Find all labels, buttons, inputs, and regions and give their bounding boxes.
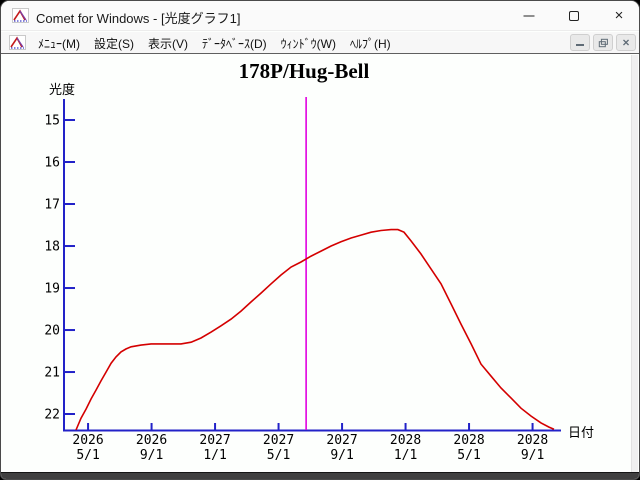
- app-window: Comet for Windows - [光度グラフ1] × ﾒﾆｭｰ(M) 設…: [0, 0, 640, 480]
- x-tick-label-day: 1/1: [394, 448, 417, 463]
- x-tick-label-year: 2028: [453, 433, 484, 448]
- x-tick-label-year: 2027: [263, 433, 294, 448]
- y-tick-label: 17: [44, 198, 60, 213]
- x-tick-label-day: 5/1: [457, 448, 480, 463]
- chart-title: 178P/Hug-Bell: [239, 59, 370, 83]
- x-tick-label-year: 2027: [199, 433, 230, 448]
- x-tick-label-year: 2028: [390, 433, 421, 448]
- x-tick-label-day: 9/1: [330, 448, 353, 463]
- y-tick-label: 20: [44, 324, 60, 339]
- axes: [63, 99, 561, 432]
- y-tick-label: 19: [44, 282, 60, 297]
- x-tick-label-day: 5/1: [76, 448, 99, 463]
- light-curve: [75, 228, 555, 431]
- y-axis-label: 光度: [49, 82, 75, 97]
- x-axis-label: 日付: [568, 425, 594, 440]
- x-tick-label-year: 2027: [326, 433, 357, 448]
- x-tick-label-year: 2026: [72, 433, 103, 448]
- y-tick-label: 18: [44, 240, 60, 255]
- x-tick-label-day: 9/1: [140, 448, 163, 463]
- light-curve-chart: 178P/Hug-Bell光度日付151617181920212220265/1…: [44, 59, 594, 463]
- y-tick-label: 22: [44, 408, 60, 423]
- x-tick-label-day: 5/1: [267, 448, 290, 463]
- y-tick-label: 15: [44, 114, 60, 129]
- y-tick-label: 16: [44, 156, 60, 171]
- x-tick-label-day: 9/1: [521, 448, 544, 463]
- x-tick-label-day: 1/1: [203, 448, 226, 463]
- x-tick-label-year: 2028: [517, 433, 548, 448]
- x-tick-label-year: 2026: [136, 433, 167, 448]
- y-tick-label: 21: [44, 366, 60, 381]
- window-bottom-frame: [1, 472, 639, 479]
